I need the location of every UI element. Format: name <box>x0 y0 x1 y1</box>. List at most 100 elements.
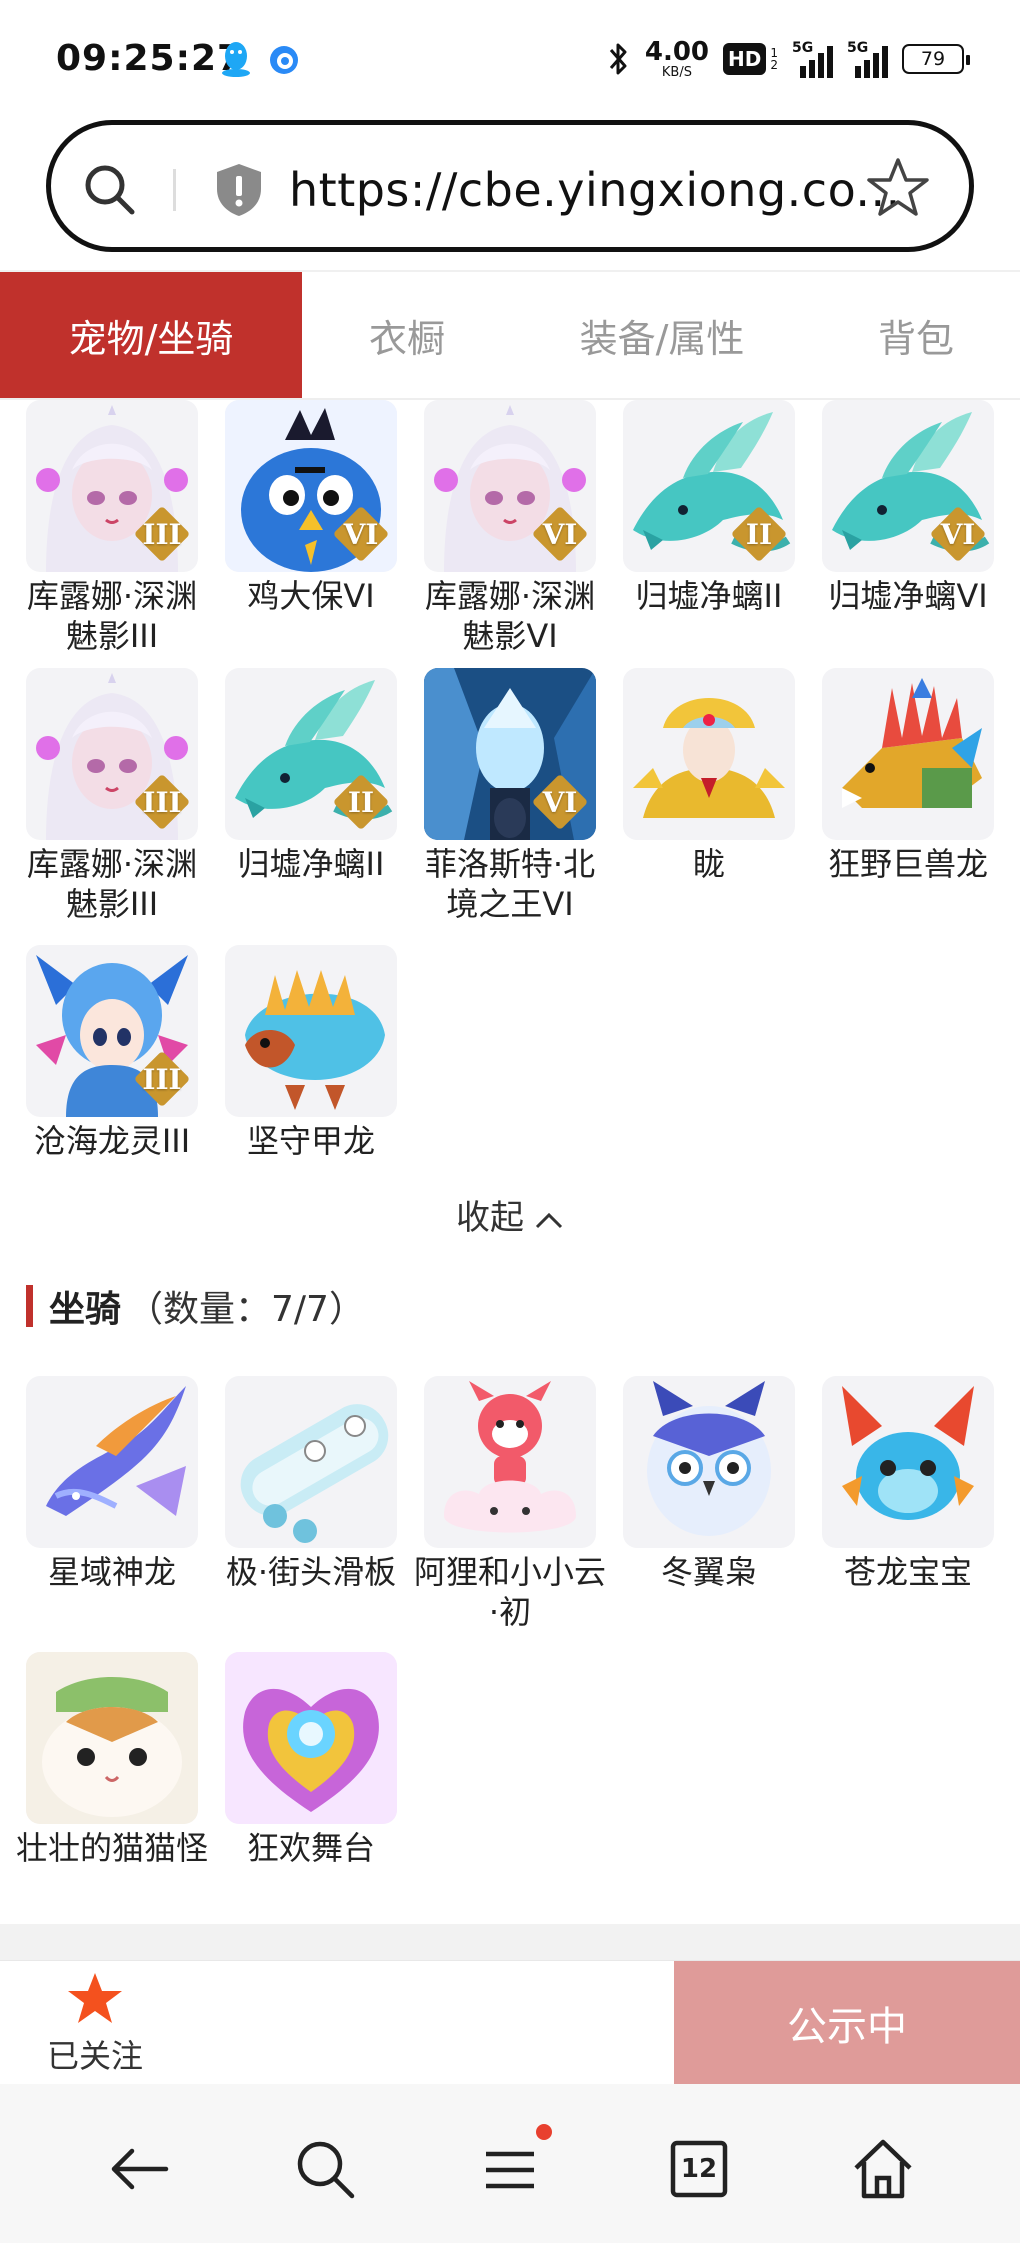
home-icon[interactable] <box>848 2134 918 2204</box>
teal-dragon-icon: II <box>225 668 397 840</box>
pet-item[interactable]: 眬 <box>623 668 795 884</box>
pet-item[interactable]: III 沧海龙灵III <box>26 945 198 1161</box>
action-bar: 已关注 公示中 <box>0 1960 1020 2085</box>
item-name: 归墟净螭VI <box>828 577 988 615</box>
cat-monster-icon <box>26 1652 198 1824</box>
back-arrow-icon[interactable] <box>104 2134 174 2204</box>
white-haired-girl-icon: III <box>26 400 198 572</box>
mounts-title: 坐骑 <box>49 1289 122 1330</box>
pet-item[interactable]: VI 鸡大保VI <box>225 400 397 616</box>
hd-badge: HD <box>723 43 767 75</box>
sea-dragon-spirit-icon: III <box>26 945 198 1117</box>
tab-count: 12 <box>680 2154 718 2184</box>
pet-item[interactable]: II 归墟净螭II <box>225 668 397 884</box>
search-icon[interactable] <box>290 2134 360 2204</box>
menu-notification-dot <box>536 2124 552 2140</box>
item-name: 眬 <box>692 845 725 883</box>
armored-dragon-icon <box>225 945 397 1117</box>
follow-button[interactable]: 已关注 <box>30 1971 160 2077</box>
item-name: 阿狸和小小云·初 <box>413 1553 606 1631</box>
item-name: 狂欢舞台 <box>246 1829 375 1867</box>
white-haired-girl-icon: VI <box>424 400 596 572</box>
star-filled-icon <box>68 1973 122 2023</box>
tab-backpack[interactable]: 背包 <box>812 272 1020 398</box>
mount-item[interactable]: 苍龙宝宝 <box>822 1376 994 1592</box>
golden-deity-icon <box>623 668 795 840</box>
section-marker <box>26 1285 33 1327</box>
tier-badge: II <box>332 773 390 831</box>
bookmark-star-icon[interactable] <box>865 155 931 221</box>
browser-app-icon <box>270 46 298 74</box>
detail-tabs: 宠物/坐骑 衣橱 装备/属性 背包 <box>0 270 1020 400</box>
mounts-count: （数量：7/7） <box>127 1289 365 1330</box>
network-speed: 4.00 KB/S <box>644 37 710 80</box>
teal-dragon-icon: VI <box>822 400 994 572</box>
public-notice-button[interactable]: 公示中 <box>674 1961 1020 2085</box>
wild-dragon-icon <box>822 668 994 840</box>
pet-item[interactable]: III 库露娜·深渊魅影III <box>26 400 198 656</box>
bluetooth-icon <box>609 43 627 75</box>
collapse-button[interactable]: 收起 <box>0 1190 1020 1239</box>
url-text[interactable]: https://cbe.yingxiong.co... <box>289 163 901 217</box>
hd-sub: 12 <box>770 46 778 72</box>
item-name: 库露娜·深渊魅影VI <box>424 577 596 655</box>
mount-item[interactable]: 狂欢舞台 <box>225 1652 397 1868</box>
status-bar: 09:25:27 4.00 KB/S HD 12 5G 5G 79 <box>0 0 1020 118</box>
mounts-section-title: 坐骑 （数量：7/7） <box>26 1282 365 1330</box>
baby-dragon-icon <box>822 1376 994 1548</box>
tab-equipment-attributes[interactable]: 装备/属性 <box>512 272 812 398</box>
item-name: 库露娜·深渊魅影III <box>26 845 198 923</box>
mount-item[interactable]: 阿狸和小小云·初 <box>414 1376 606 1632</box>
item-name: 苍龙宝宝 <box>843 1553 972 1591</box>
signal-icon-1: 5G <box>792 40 833 78</box>
tier-badge: VI <box>531 505 589 563</box>
item-name: 库露娜·深渊魅影III <box>26 577 198 655</box>
item-name: 菲洛斯特·北境之王VI <box>424 845 596 923</box>
mount-item[interactable]: 冬翼枭 <box>623 1376 795 1592</box>
url-bar[interactable]: https://cbe.yingxiong.co... <box>46 120 974 252</box>
qq-icon <box>222 42 250 77</box>
item-name: 归墟净螭II <box>237 845 385 883</box>
ice-king-icon: VI <box>424 668 596 840</box>
teal-dragon-icon: II <box>623 400 795 572</box>
chevron-up-icon <box>535 1212 563 1228</box>
item-name: 沧海龙灵III <box>33 1122 191 1160</box>
item-name: 星域神龙 <box>47 1553 176 1591</box>
tier-badge: III <box>133 1050 191 1108</box>
follow-label: 已关注 <box>46 2037 143 2075</box>
search-icon[interactable] <box>79 159 139 219</box>
mount-item[interactable]: 壮壮的猫猫怪 <box>16 1652 208 1868</box>
signal-icon-2: 5G <box>847 40 888 78</box>
tab-wardrobe[interactable]: 衣橱 <box>302 272 512 398</box>
pet-item[interactable]: 坚守甲龙 <box>225 945 397 1161</box>
pet-item[interactable]: VI 归墟净螭VI <box>822 400 994 616</box>
tier-badge: VI <box>531 773 589 831</box>
item-name: 极·街头滑板 <box>225 1553 397 1591</box>
skateboard-icon <box>225 1376 397 1548</box>
tabs-button[interactable]: 12 <box>664 2134 734 2204</box>
section-separator <box>0 1924 1020 1960</box>
status-time: 09:25:27 <box>56 38 244 79</box>
pet-item[interactable]: II 归墟净螭II <box>623 400 795 616</box>
pet-item[interactable]: VI 库露娜·深渊魅影VI <box>424 400 596 656</box>
mount-item[interactable]: 星域神龙 <box>26 1376 198 1592</box>
item-name: 鸡大保VI <box>247 577 375 615</box>
tier-badge: II <box>730 505 788 563</box>
pet-item[interactable]: VI 菲洛斯特·北境之王VI <box>424 668 596 924</box>
mount-item[interactable]: 极·街头滑板 <box>225 1376 397 1592</box>
tab-pets-mounts[interactable]: 宠物/坐骑 <box>0 272 302 398</box>
pet-item[interactable]: 狂野巨兽龙 <box>822 668 994 884</box>
item-name: 归墟净螭II <box>635 577 783 615</box>
star-dragon-icon <box>26 1376 198 1548</box>
pet-item[interactable]: III 库露娜·深渊魅影III <box>26 668 198 924</box>
winter-owl-icon <box>623 1376 795 1548</box>
red-fox-cloud-icon <box>424 1376 596 1548</box>
tier-badge: III <box>133 773 191 831</box>
shield-icon[interactable] <box>211 161 267 219</box>
item-name: 壮壮的猫猫怪 <box>15 1829 208 1867</box>
tier-badge: VI <box>332 505 390 563</box>
url-divider <box>173 169 176 211</box>
browser-nav-bar: 12 <box>0 2084 1020 2243</box>
menu-icon[interactable] <box>476 2134 546 2204</box>
item-name: 冬翼枭 <box>660 1553 757 1591</box>
